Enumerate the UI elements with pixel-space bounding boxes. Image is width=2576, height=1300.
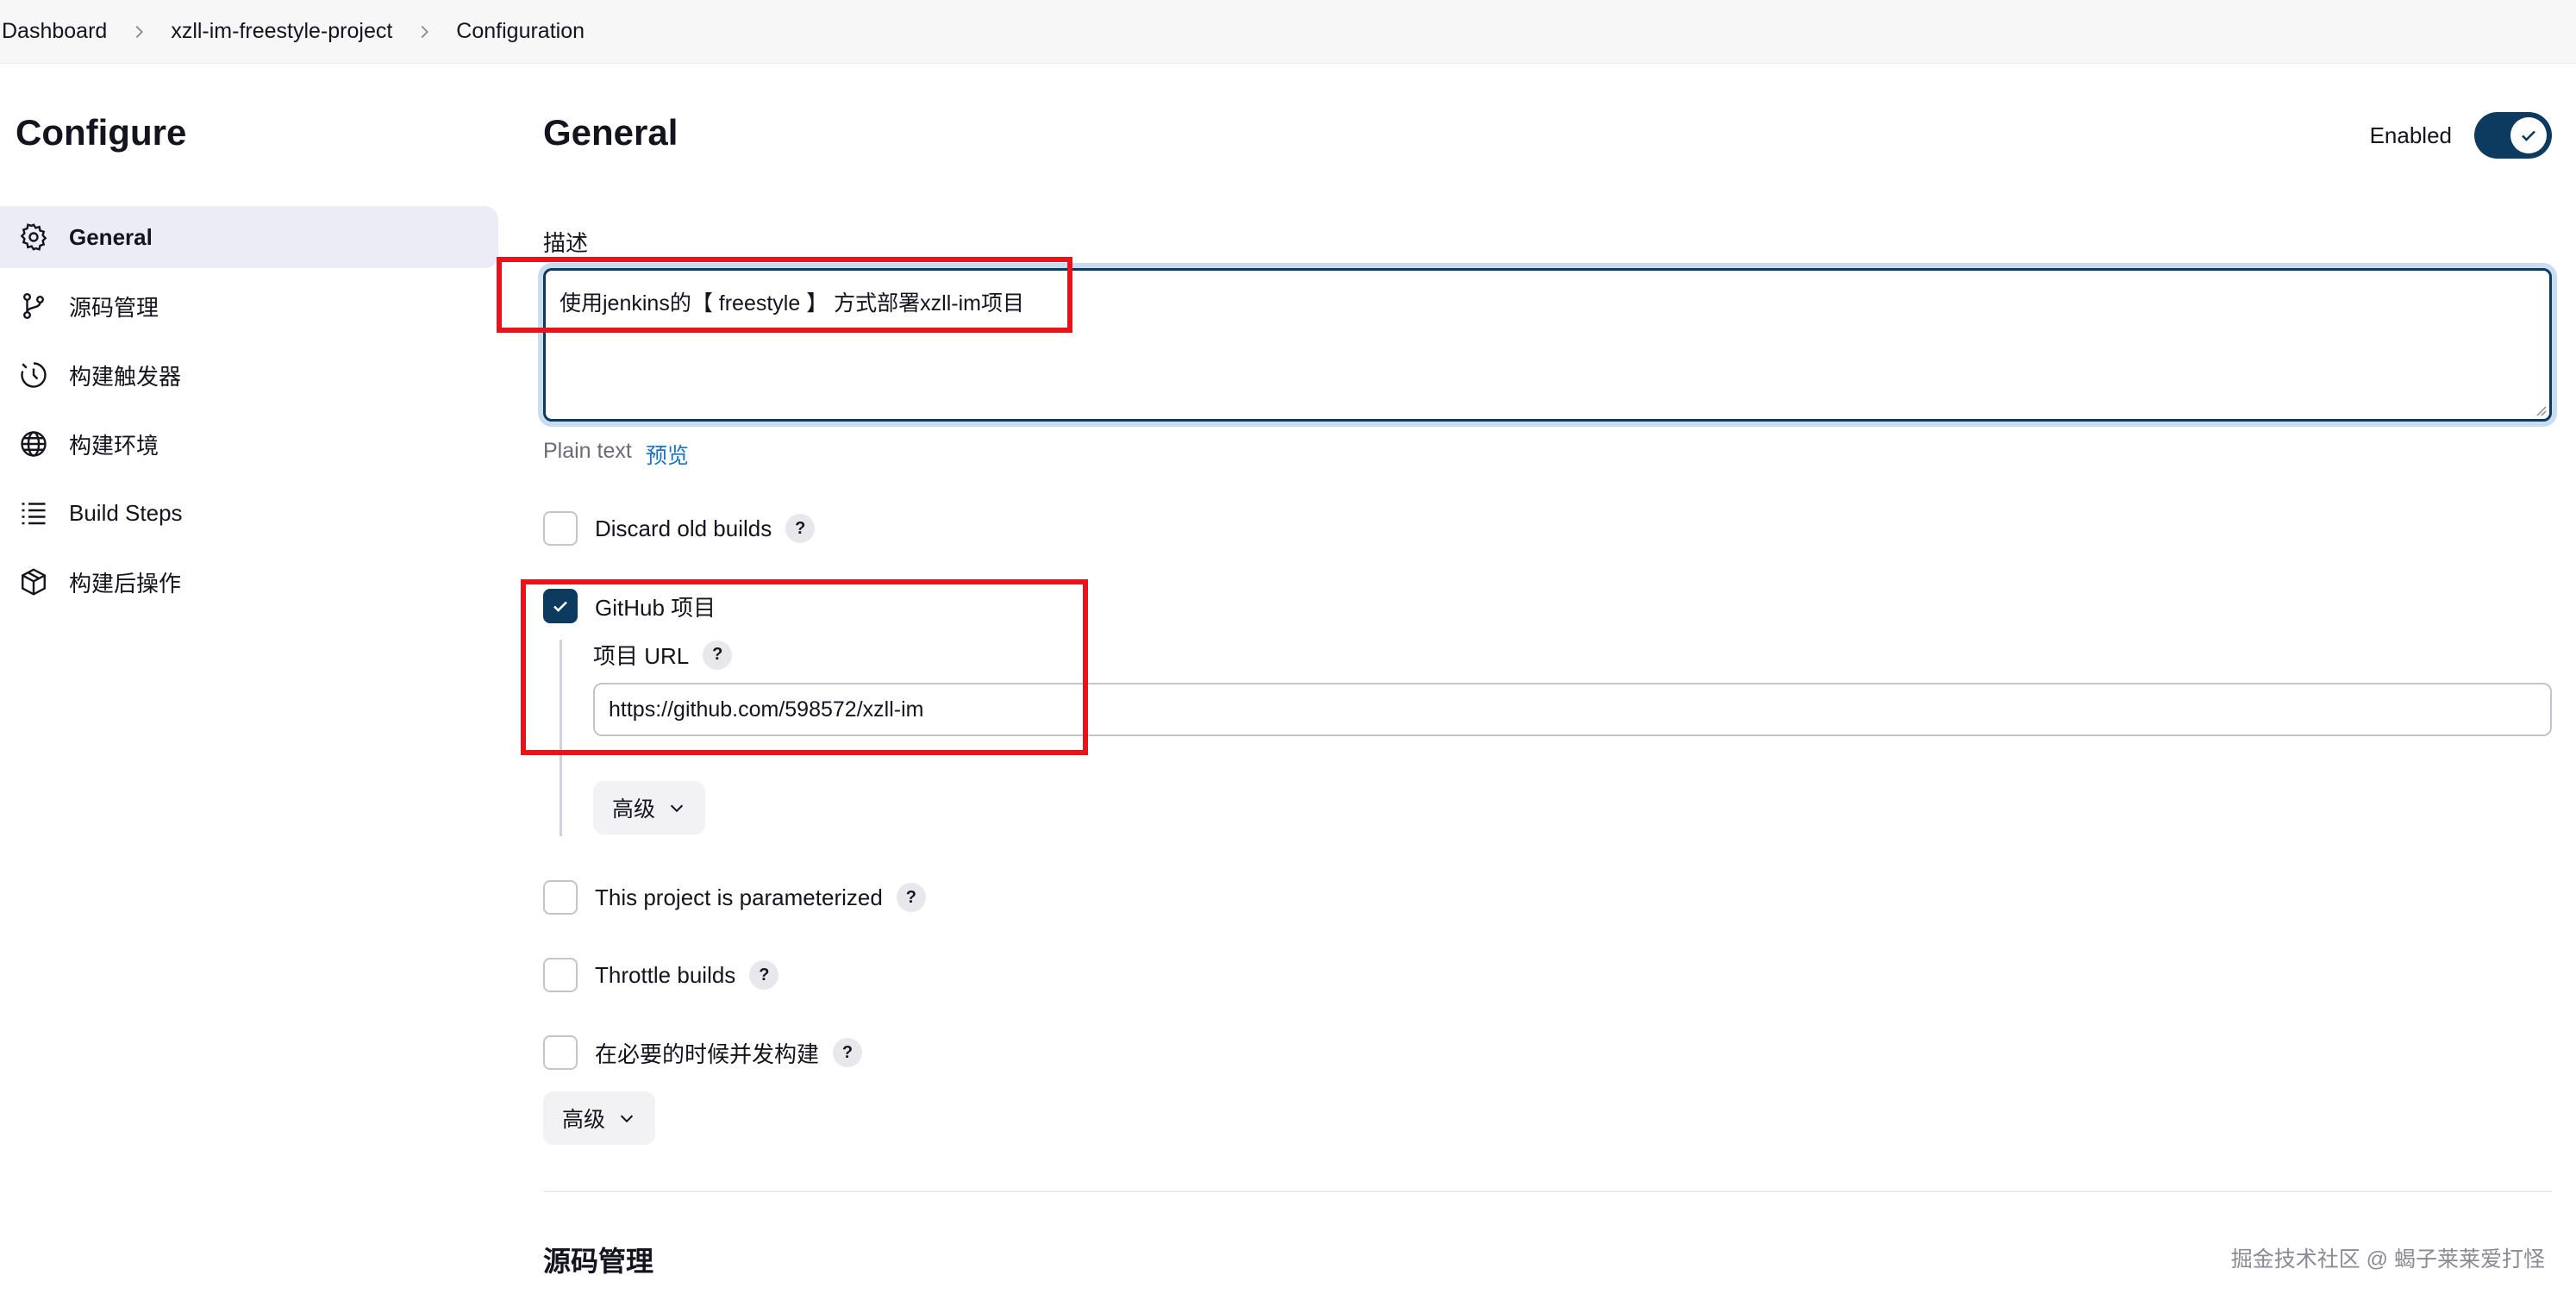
list-icon bbox=[17, 497, 50, 529]
chevron-down-icon bbox=[620, 1115, 634, 1123]
sidebar-item-label: 构建后操作 bbox=[69, 570, 182, 597]
section-title-general: General bbox=[543, 112, 678, 153]
project-url-label-row: 项目 URL ? bbox=[593, 639, 733, 671]
description-textarea[interactable]: 使用jenkins的【 freestyle 】 方式部署xzll-im项目 bbox=[543, 268, 2552, 422]
chevron-right-icon bbox=[129, 22, 148, 41]
github-advanced-button[interactable]: 高级 bbox=[593, 781, 706, 834]
github-project-checkbox[interactable] bbox=[543, 589, 578, 623]
chevron-down-icon bbox=[670, 804, 684, 813]
preview-link[interactable]: 预览 bbox=[646, 439, 689, 470]
section-divider bbox=[543, 1191, 2552, 1192]
watermark: 掘金技术社区 @ 蝎子莱莱爱打怪 bbox=[2230, 1247, 2545, 1272]
sidebar-item-scm[interactable]: 源码管理 bbox=[0, 275, 498, 337]
sidebar-item-label: General bbox=[69, 223, 153, 250]
throttle-builds-label: Throttle builds bbox=[595, 961, 736, 988]
concurrent-builds-option: 在必要的时候并发构建 ? bbox=[543, 1035, 863, 1070]
advanced-label: 高级 bbox=[562, 1108, 606, 1132]
sidebar-item-label: 构建环境 bbox=[69, 432, 159, 459]
help-icon[interactable]: ? bbox=[896, 883, 926, 912]
enabled-label: Enabled bbox=[2369, 122, 2452, 148]
discard-old-builds-label: Discard old builds bbox=[595, 515, 772, 541]
advanced-label: 高级 bbox=[612, 797, 656, 822]
description-format-row: Plain text 预览 bbox=[543, 439, 689, 470]
breadcrumb-project[interactable]: xzll-im-freestyle-project bbox=[171, 19, 392, 44]
project-url-input[interactable] bbox=[593, 683, 2552, 736]
globe-icon bbox=[17, 428, 50, 460]
concurrent-builds-label: 在必要的时候并发构建 bbox=[595, 1041, 820, 1067]
chevron-right-icon bbox=[415, 22, 434, 41]
nested-options-indicator bbox=[560, 640, 562, 836]
help-icon[interactable]: ? bbox=[785, 514, 816, 543]
breadcrumb-dashboard[interactable]: Dashboard bbox=[2, 19, 107, 44]
github-project-option: GitHub 项目 bbox=[543, 589, 716, 623]
help-icon[interactable]: ? bbox=[749, 960, 779, 990]
section-title-scm: 源码管理 bbox=[543, 1246, 654, 1277]
discard-old-builds-checkbox[interactable] bbox=[543, 511, 578, 546]
package-icon bbox=[17, 566, 50, 598]
breadcrumb: Dashboard xzll-im-freestyle-project Conf… bbox=[0, 0, 2576, 64]
description-label: 描述 bbox=[543, 230, 589, 256]
concurrent-builds-checkbox[interactable] bbox=[543, 1035, 578, 1070]
parameterized-label: This project is parameterized bbox=[595, 884, 883, 910]
gear-icon bbox=[17, 221, 50, 253]
check-icon bbox=[2510, 117, 2547, 153]
help-icon[interactable]: ? bbox=[703, 640, 733, 670]
parameterized-checkbox[interactable] bbox=[543, 880, 578, 915]
help-icon[interactable]: ? bbox=[833, 1038, 863, 1067]
parameterized-option: This project is parameterized ? bbox=[543, 880, 926, 915]
sidebar-item-post-build[interactable]: 构建后操作 bbox=[0, 551, 498, 613]
enabled-toggle[interactable] bbox=[2474, 112, 2552, 159]
sidebar-item-build-environment[interactable]: 构建环境 bbox=[0, 413, 498, 475]
throttle-builds-checkbox[interactable] bbox=[543, 958, 578, 992]
github-project-label: GitHub 项目 bbox=[595, 594, 716, 621]
sidebar-item-build-steps[interactable]: Build Steps bbox=[0, 482, 498, 544]
branch-icon bbox=[17, 290, 50, 322]
resize-grip-icon[interactable] bbox=[2533, 403, 2547, 416]
throttle-builds-option: Throttle builds ? bbox=[543, 958, 779, 992]
sidebar-item-general[interactable]: General bbox=[0, 206, 498, 268]
sidebar-title: Configure bbox=[16, 112, 187, 153]
general-advanced-button[interactable]: 高级 bbox=[543, 1091, 656, 1145]
project-url-label: 项目 URL bbox=[593, 643, 690, 669]
sidebar-item-label: 构建触发器 bbox=[69, 363, 182, 390]
sidebar-item-label: Build Steps bbox=[69, 499, 183, 526]
check-icon bbox=[553, 601, 567, 612]
breadcrumb-configuration[interactable]: Configuration bbox=[456, 19, 585, 44]
enabled-control: Enabled bbox=[2370, 112, 2552, 159]
sidebar-nav: General 源码管理 构建触发器 构建环境 Build Steps 构建后操… bbox=[0, 206, 498, 620]
sidebar-item-build-triggers[interactable]: 构建触发器 bbox=[0, 344, 498, 406]
clock-icon bbox=[17, 359, 50, 391]
sidebar-item-label: 源码管理 bbox=[69, 294, 159, 321]
plain-text-label: Plain text bbox=[543, 439, 632, 463]
discard-old-builds-option: Discard old builds ? bbox=[543, 511, 816, 546]
